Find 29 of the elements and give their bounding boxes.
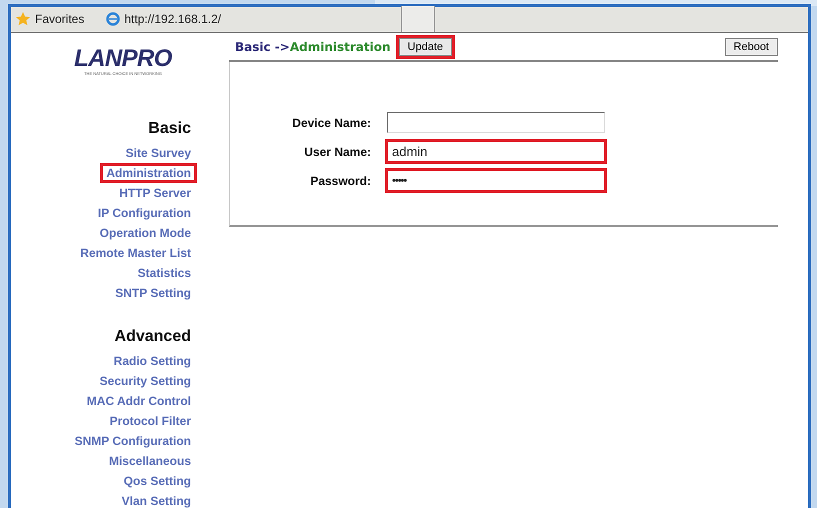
nav-link[interactable]: Operation Mode bbox=[94, 223, 197, 243]
nav-link[interactable]: Qos Setting bbox=[118, 471, 197, 491]
nav-link[interactable]: SNTP Setting bbox=[109, 283, 197, 303]
nav-link[interactable]: Radio Setting bbox=[108, 351, 197, 371]
section-heading: Basic bbox=[148, 119, 191, 139]
nav-link[interactable]: Statistics bbox=[132, 263, 197, 283]
input-field[interactable] bbox=[387, 112, 605, 133]
nav-link[interactable]: MAC Addr Control bbox=[80, 391, 197, 411]
nav-link[interactable]: HTTP Server bbox=[113, 183, 197, 203]
nav-link[interactable]: Remote Master List bbox=[74, 243, 197, 263]
nav-link[interactable]: Administration bbox=[100, 163, 197, 183]
nav-link[interactable]: Protocol Filter bbox=[104, 411, 197, 431]
nav-link[interactable]: Vlan Setting bbox=[116, 491, 197, 508]
password-field[interactable]: ••••• bbox=[387, 170, 605, 191]
section-heading: Advanced bbox=[114, 327, 191, 347]
favorites-button[interactable]: Favorites bbox=[35, 10, 84, 28]
nav-link[interactable]: Miscellaneous bbox=[102, 451, 197, 471]
nav-link[interactable]: Site Survey bbox=[120, 143, 197, 163]
field-label: Device Name: bbox=[291, 114, 371, 132]
breadcrumb: Basic ->Administration bbox=[235, 38, 391, 56]
nav-link[interactable]: Security Setting bbox=[94, 371, 197, 391]
reboot-button[interactable]: Reboot bbox=[724, 38, 778, 56]
star-icon bbox=[15, 11, 31, 27]
field-label: User Name: bbox=[303, 144, 371, 160]
input-field[interactable]: admin bbox=[387, 141, 605, 162]
field-label: Password: bbox=[309, 172, 371, 190]
new-tab-button[interactable] bbox=[402, 6, 436, 32]
nav-link[interactable]: IP Configuration bbox=[92, 203, 197, 223]
nav-link[interactable]: SNMP Configuration bbox=[68, 431, 197, 451]
